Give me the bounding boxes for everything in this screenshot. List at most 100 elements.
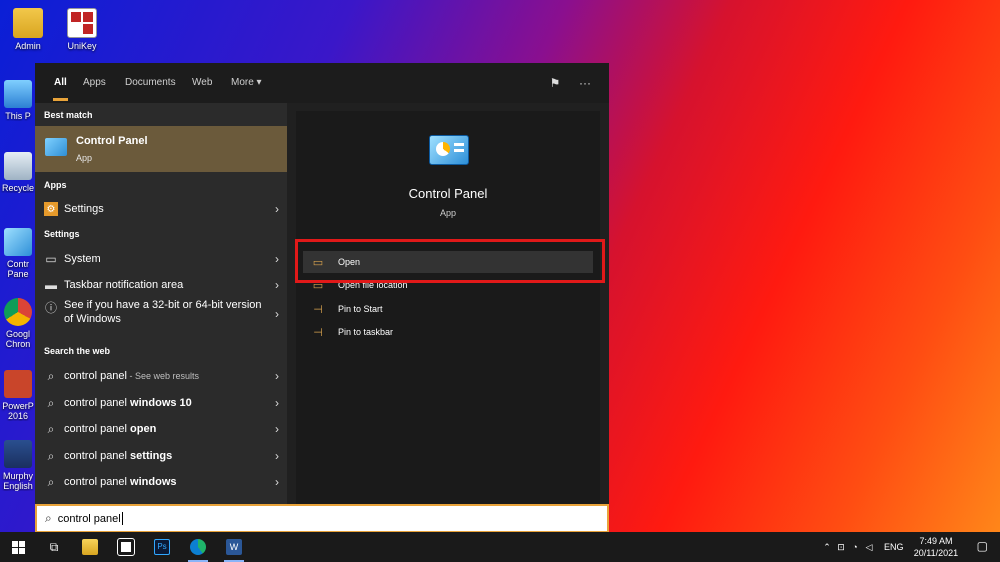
action-label: Pin to Start xyxy=(338,304,383,314)
result-label: See if you have a 32-bit or 64-bit versi… xyxy=(64,299,262,325)
result-taskbar-notification[interactable]: ▬ Taskbar notification area › xyxy=(35,272,287,298)
best-match-item[interactable]: Control Panel App xyxy=(35,126,287,172)
monitor-icon: ▭ xyxy=(45,252,57,266)
book-icon xyxy=(4,440,32,468)
result-settings[interactable]: ⚙ Settings › xyxy=(35,196,287,222)
detail-subtitle: App xyxy=(439,208,456,218)
photoshop-icon[interactable]: Ps xyxy=(144,532,180,562)
taskbar-icon: ▬ xyxy=(45,278,57,292)
search-icon: ⌕ xyxy=(47,448,55,463)
taskbar: ⧉ Ps W ⌃ ⊡ ◔ ◁ ENG 7:49 AM 20/11/2021 ▢ xyxy=(0,532,1000,562)
search-tabs: All Apps Documents Web More ▾ ⚑ ··· xyxy=(35,63,609,103)
this-pc-icon xyxy=(4,80,32,108)
web-result-text: control panel windows xyxy=(64,476,177,488)
search-icon: ⌕ xyxy=(45,511,52,525)
search-icon: ⌕ xyxy=(47,395,55,410)
pin-icon: ⊣ xyxy=(313,326,323,339)
desktop-icon-unikey[interactable]: UniKey xyxy=(54,8,110,51)
control-panel-icon xyxy=(45,138,67,156)
pin-to-taskbar-button[interactable]: ⊣ Pin to taskbar xyxy=(303,321,593,343)
desktop-icon-label: Googl Chron xyxy=(5,329,31,349)
network-icon[interactable]: ⊡ xyxy=(834,542,848,553)
chevron-right-icon[interactable]: › xyxy=(267,475,287,489)
info-icon: ⓘ xyxy=(44,300,57,315)
result-system[interactable]: ▭ System › xyxy=(35,246,287,272)
desktop-icon-label: Admin xyxy=(15,41,41,51)
desktop-icon-recycle-bin[interactable]: Recycle xyxy=(0,152,36,193)
best-match-subtitle: App xyxy=(76,153,93,163)
language-indicator[interactable]: ENG xyxy=(884,542,904,552)
result-label: Settings xyxy=(64,203,104,215)
desktop-icon-murphy[interactable]: Murphy English xyxy=(0,440,36,491)
pin-to-start-button[interactable]: ⊣ Pin to Start xyxy=(303,298,593,320)
tab-web[interactable]: Web xyxy=(182,63,222,103)
highlight-box xyxy=(295,239,605,283)
chevron-right-icon[interactable]: › xyxy=(267,202,287,216)
task-view-icon[interactable]: ⧉ xyxy=(36,532,72,562)
result-label: System xyxy=(64,253,101,265)
search-icon: ⌕ xyxy=(47,474,55,489)
desktop-icon-label: This P xyxy=(5,111,31,121)
tab-all[interactable]: All xyxy=(44,63,77,103)
web-header: Search the web xyxy=(44,346,111,356)
chevron-right-icon[interactable]: › xyxy=(267,278,287,292)
start-menu: All Apps Documents Web More ▾ ⚑ ··· Best… xyxy=(35,63,609,533)
search-box[interactable]: ⌕ control panel xyxy=(35,504,609,533)
word-icon[interactable]: W xyxy=(216,532,252,562)
desktop-icon-label: Contr Pane xyxy=(6,259,29,279)
start-icon[interactable] xyxy=(0,532,36,562)
desktop-icon-admin[interactable]: Admin xyxy=(0,8,56,51)
volume-icon[interactable]: ◁ xyxy=(862,542,876,553)
tab-apps[interactable]: Apps xyxy=(73,63,116,103)
best-match-title: Control Panel xyxy=(76,135,148,147)
chevron-right-icon[interactable]: › xyxy=(267,369,287,383)
user-folder-icon xyxy=(13,8,43,38)
web-result[interactable]: ⌕ control panel open › xyxy=(35,416,287,442)
feedback-icon[interactable]: ⚑ xyxy=(543,63,567,103)
chevron-up-icon[interactable]: ⌃ xyxy=(820,542,834,553)
result-32-64-bit[interactable]: ⓘ See if you have a 32-bit or 64-bit ver… xyxy=(35,298,287,332)
text-caret xyxy=(121,512,123,525)
web-result-text: control panel - See web results xyxy=(64,370,200,382)
edge-icon[interactable] xyxy=(180,532,216,562)
chevron-right-icon[interactable]: › xyxy=(267,307,287,321)
result-label: Taskbar notification area xyxy=(64,279,184,291)
desktop-icon-this-pc[interactable]: This P xyxy=(0,80,36,121)
desktop-icon-powerpoint[interactable]: PowerP 2016 xyxy=(0,370,36,421)
chevron-right-icon[interactable]: › xyxy=(267,422,287,436)
search-icon: ⌕ xyxy=(47,368,55,383)
results-list: Best match Control Panel App Apps ⚙ Sett… xyxy=(35,103,287,504)
file-explorer-icon[interactable] xyxy=(72,532,108,562)
desktop-icon-label: Murphy English xyxy=(2,471,33,491)
desktop-icon-label: PowerP 2016 xyxy=(2,401,34,421)
desktop-icon-control-panel[interactable]: Contr Pane xyxy=(0,228,36,279)
settings-header: Settings xyxy=(44,229,80,239)
recycle-bin-icon xyxy=(4,152,32,180)
wifi-icon[interactable]: ◔ xyxy=(848,542,862,552)
chevron-right-icon[interactable]: › xyxy=(267,396,287,410)
clock[interactable]: 7:49 AM 20/11/2021 xyxy=(910,535,962,559)
search-input[interactable]: control panel xyxy=(58,513,121,525)
web-result-text: control panel windows 10 xyxy=(64,397,192,409)
more-options-icon[interactable]: ··· xyxy=(573,63,597,103)
web-result-text: control panel open xyxy=(64,423,157,435)
desktop-icon-chrome[interactable]: Googl Chron xyxy=(0,298,36,349)
web-result[interactable]: ⌕ control panel windows 10 › xyxy=(35,390,287,416)
notification-icon[interactable]: ▢ xyxy=(977,539,988,553)
web-result[interactable]: ⌕ control panel - See web results › xyxy=(35,363,287,389)
tab-documents[interactable]: Documents xyxy=(115,63,186,103)
desktop-icon-label: Recycle xyxy=(1,183,34,193)
chrome-icon xyxy=(4,298,32,326)
clock-time: 7:49 AM xyxy=(919,536,953,546)
chevron-right-icon[interactable]: › xyxy=(267,252,287,266)
detail-title: Control Panel xyxy=(408,186,488,201)
chevron-right-icon[interactable]: › xyxy=(267,449,287,463)
powerpoint-icon xyxy=(4,370,32,398)
pin-icon: ⊣ xyxy=(313,303,323,316)
settings-icon: ⚙ xyxy=(44,202,58,216)
web-result[interactable]: ⌕ control panel settings › xyxy=(35,443,287,469)
detail-pane: Control Panel App ▭ Open ▭ Open file loc… xyxy=(296,111,600,504)
tab-more[interactable]: More ▾ xyxy=(221,63,272,103)
web-result[interactable]: ⌕ control panel windows › xyxy=(35,469,287,495)
store-icon[interactable] xyxy=(108,532,144,562)
